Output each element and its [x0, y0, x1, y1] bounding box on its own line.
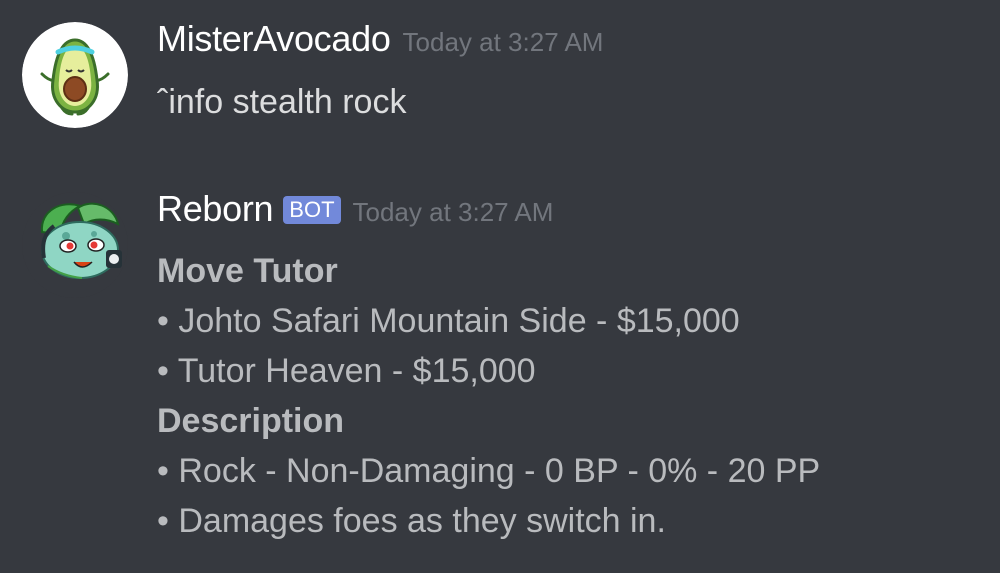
- timestamp: Today at 3:27 AM: [352, 197, 554, 227]
- bot-badge: BOT: [283, 196, 341, 224]
- message-content: Reborn BOT Today at 3:27 AM Move Tutor •…: [157, 188, 990, 546]
- message-header: MisterAvocado Today at 3:27 AM: [157, 18, 990, 68]
- username[interactable]: MisterAvocado: [157, 18, 391, 60]
- timestamp: Today at 3:27 AM: [402, 27, 604, 57]
- chat-messages: MisterAvocado Today at 3:27 AM ˆinfo ste…: [0, 0, 1000, 573]
- message-item: MisterAvocado Today at 3:27 AM ˆinfo ste…: [0, 18, 1000, 138]
- message-content: MisterAvocado Today at 3:27 AM ˆinfo ste…: [157, 18, 990, 127]
- bullet-item: • Johto Safari Mountain Side - $15,000: [157, 302, 740, 340]
- section-title-move-tutor: Move Tutor: [157, 252, 338, 290]
- bullet-item: • Damages foes as they switch in.: [157, 502, 666, 540]
- username[interactable]: Reborn: [157, 188, 274, 230]
- bulbasaur-avatar-icon[interactable]: [22, 192, 128, 298]
- message-item: Reborn BOT Today at 3:27 AM Move Tutor •…: [0, 188, 1000, 568]
- bot-response: Move Tutor • Johto Safari Mountain Side …: [157, 246, 990, 546]
- bullet-item: • Tutor Heaven - $15,000: [157, 352, 536, 390]
- message-text: ˆinfo stealth rock: [157, 83, 407, 121]
- bullet-item: • Rock - Non-Damaging - 0 BP - 0% - 20 P…: [157, 452, 821, 490]
- avocado-avatar-icon[interactable]: [22, 22, 128, 128]
- message-header: Reborn BOT Today at 3:27 AM: [157, 188, 990, 238]
- section-title-description: Description: [157, 402, 345, 440]
